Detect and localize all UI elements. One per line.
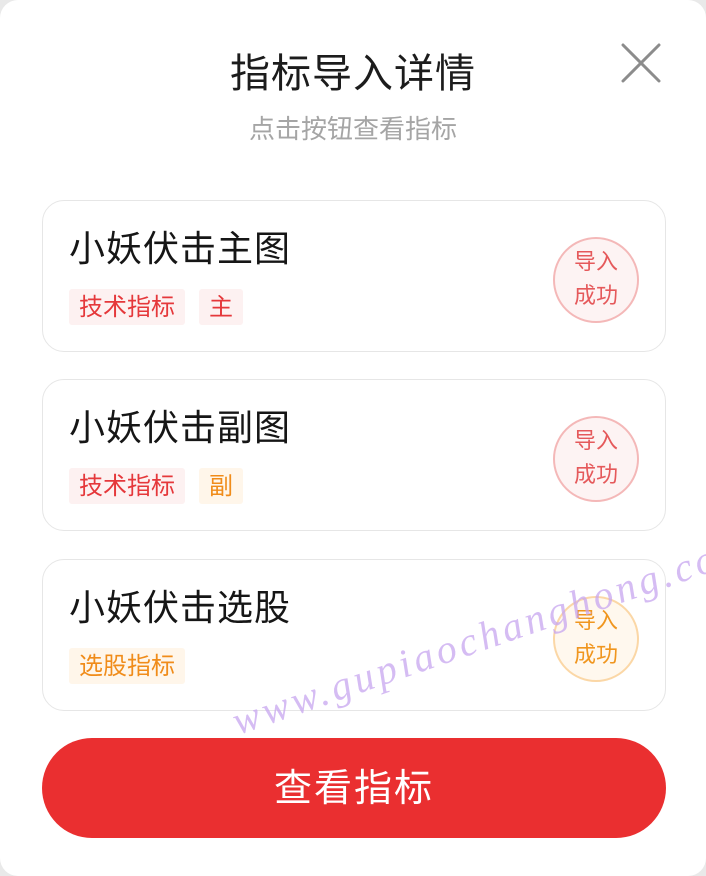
indicator-card-main-chart: 小妖伏击主图 技术指标 主 导入 成功 [42, 200, 666, 352]
tag-list: 技术指标 主 [69, 289, 243, 325]
tag-technical-indicator: 技术指标 [69, 289, 185, 325]
dialog-subtitle: 点击按钮查看指标 [248, 115, 457, 145]
tag-sub: 副 [199, 468, 243, 504]
tag-main: 主 [199, 289, 243, 325]
stamp-line-1: 导入 [573, 429, 618, 454]
stamp-line-2: 成功 [573, 463, 618, 488]
tag-stock-picking-indicator: 选股指标 [69, 648, 185, 684]
card-title: 小妖伏击副图 [69, 408, 292, 449]
tag-list: 选股指标 [69, 648, 185, 684]
dialog-title: 指标导入详情 [230, 51, 476, 97]
stamp-line-2: 成功 [573, 643, 618, 668]
view-indicators-button[interactable]: 查看指标 [42, 738, 666, 838]
card-title: 小妖伏击主图 [69, 229, 292, 270]
import-success-stamp: 导入 成功 [553, 596, 639, 682]
import-success-stamp: 导入 成功 [553, 237, 639, 323]
tag-technical-indicator: 技术指标 [69, 468, 185, 504]
stamp-line-2: 成功 [573, 284, 618, 309]
stamp-line-1: 导入 [573, 609, 618, 634]
import-details-dialog: 指标导入详情 点击按钮查看指标 小妖伏击主图 技术指标 主 导入 成功 小妖伏击… [0, 0, 706, 876]
indicator-card-stock-picking: 小妖伏击选股 选股指标 导入 成功 [42, 559, 666, 711]
card-title: 小妖伏击选股 [69, 588, 292, 629]
indicator-card-sub-chart: 小妖伏击副图 技术指标 副 导入 成功 [42, 379, 666, 531]
close-button[interactable] [618, 40, 664, 86]
stamp-line-1: 导入 [573, 250, 618, 275]
tag-list: 技术指标 副 [69, 468, 243, 504]
import-success-stamp: 导入 成功 [553, 416, 639, 502]
close-icon [621, 43, 661, 83]
